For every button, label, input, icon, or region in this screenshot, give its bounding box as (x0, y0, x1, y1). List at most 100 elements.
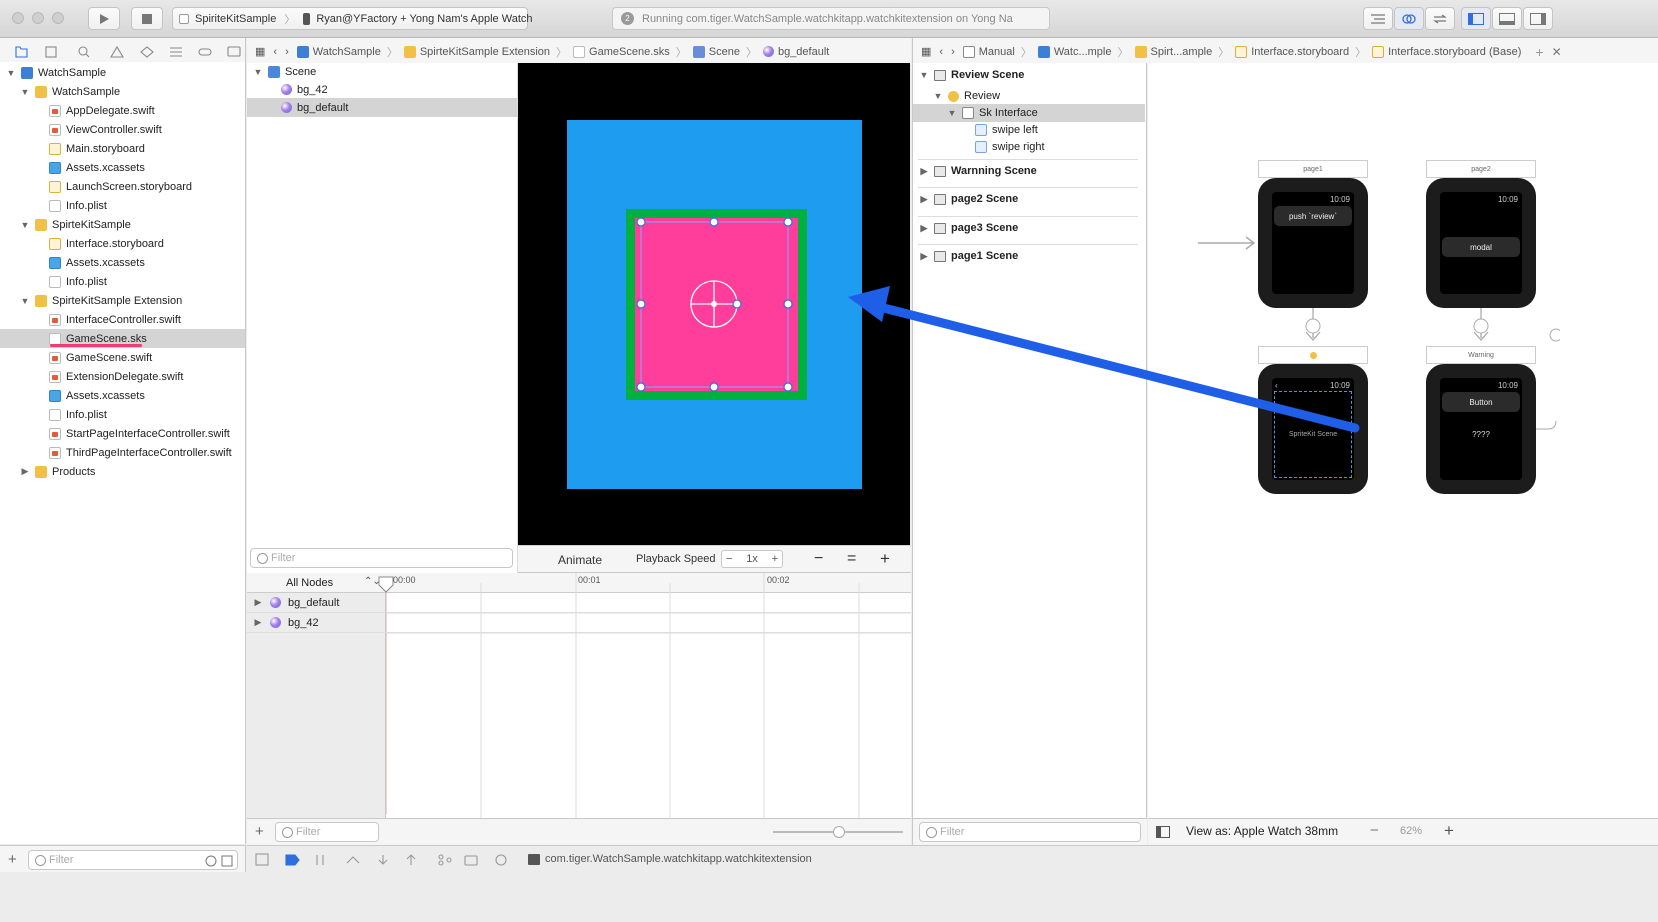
stop-button[interactable] (131, 7, 163, 30)
jump-bar-node[interactable]: bg_default (759, 46, 833, 58)
spritekit-scene-canvas[interactable] (518, 63, 910, 545)
related-items-icon[interactable]: ▦ (247, 45, 269, 58)
segue-offscreen[interactable] (1536, 321, 1560, 441)
scene-outline-item[interactable]: bg_default (247, 98, 517, 117)
disclosure-icon[interactable]: ▼ (253, 67, 263, 77)
zoom-fit-button[interactable]: = (847, 550, 856, 568)
anchor-point-icon[interactable] (690, 280, 742, 328)
disclosure-icon[interactable]: ▼ (20, 296, 30, 306)
navigator-item[interactable]: Main.storyboard (0, 139, 245, 158)
forward-button[interactable]: › (281, 46, 293, 58)
speed-decrease-button[interactable]: − (726, 553, 732, 565)
navigator-item[interactable]: ExtensionDelegate.swift (0, 367, 245, 386)
add-action-icon[interactable]: + (255, 823, 264, 840)
navigator-item[interactable]: ▼ WatchSample (0, 82, 245, 101)
outline-item[interactable]: ▼ Sk Interface (913, 104, 1145, 122)
speed-increase-button[interactable]: + (772, 553, 778, 565)
segue-page1-to-next[interactable] (1298, 308, 1338, 348)
debug-area-toggle-button[interactable] (1492, 7, 1522, 30)
step-into-icon[interactable] (378, 855, 388, 865)
disclosure-icon[interactable]: ▼ (919, 70, 929, 80)
zoom-in-button[interactable]: + (880, 549, 890, 569)
assistant-group[interactable]: Spirt...ample (1131, 45, 1217, 58)
search-icon[interactable] (78, 45, 88, 56)
navigator-item[interactable]: Info.plist (0, 196, 245, 215)
view-as-device-button[interactable]: View as: Apple Watch 38mm (1186, 824, 1338, 838)
filter-options[interactable] (205, 855, 233, 867)
spritekit-scene-element[interactable]: SpriteKit Scene (1274, 391, 1352, 478)
outline-item[interactable]: swipe left (913, 121, 1145, 139)
step-out-icon[interactable] (406, 854, 416, 865)
recent-files-icon[interactable] (205, 855, 217, 867)
disclosure-icon[interactable]: ▶ (253, 597, 263, 608)
timeline-row[interactable]: ▶ bg_default (247, 593, 911, 613)
source-control-icon[interactable] (45, 45, 57, 58)
disclosure-icon[interactable]: ▼ (20, 220, 30, 230)
outline-item[interactable]: ▶ page1 Scene (913, 247, 1145, 265)
disclosure-icon[interactable]: ▼ (933, 91, 943, 101)
watch-scene-page2[interactable]: 10:09 modal (1426, 178, 1536, 308)
all-nodes-popup[interactable]: All Nodes (286, 577, 333, 589)
navigator-item[interactable]: Info.plist (0, 272, 245, 291)
standard-editor-button[interactable] (1363, 7, 1393, 30)
disclosure-icon[interactable]: ▶ (20, 466, 30, 477)
jump-bar-project[interactable]: WatchSample (293, 45, 385, 58)
scene-outline-item[interactable]: ▼ Scene (247, 62, 517, 81)
debug-icon[interactable] (170, 46, 182, 57)
outline-item[interactable]: ▼ Review Scene (913, 66, 1145, 84)
utilities-toggle-button[interactable] (1523, 7, 1553, 30)
playback-speed-stepper[interactable]: − 1x + (721, 550, 783, 568)
segue-page2-to-warning[interactable] (1466, 308, 1506, 348)
entry-point-arrow[interactable] (1198, 235, 1260, 251)
navigator-item[interactable]: Info.plist (0, 405, 245, 424)
navigator-item[interactable]: Assets.xcassets (0, 253, 245, 272)
outline-item[interactable]: ▶ Warnning Scene (913, 162, 1145, 180)
assistant-file[interactable]: Interface.storyboard (1231, 45, 1353, 58)
disclosure-icon[interactable]: ▶ (919, 223, 929, 234)
warning-icon[interactable] (110, 45, 124, 58)
outline-filter-input[interactable]: Filter (919, 822, 1141, 842)
disclosure-icon[interactable]: ▶ (919, 166, 929, 177)
push-review-button[interactable]: push `review` (1274, 206, 1352, 226)
storyboard-zoom-in[interactable]: + (1444, 821, 1454, 841)
zoom-window-button[interactable] (52, 12, 64, 24)
report-icon[interactable] (227, 45, 241, 57)
disclosure-icon[interactable]: ▼ (20, 87, 30, 97)
add-icon[interactable]: + (8, 851, 17, 868)
storyboard-canvas[interactable]: page1 10:09 push `review` page2 10:09 mo… (1148, 63, 1658, 818)
navigator-item[interactable]: ▼ WatchSample (0, 63, 245, 82)
assistant-project[interactable]: Watc...mple (1034, 45, 1116, 58)
navigator-item[interactable]: ▼ SpirteKitSample Extension (0, 291, 245, 310)
assistant-mode[interactable]: Manual (959, 45, 1019, 58)
outline-item[interactable]: ▶ page2 Scene (913, 190, 1145, 208)
jump-bar-file[interactable]: GameScene.sks (569, 45, 674, 58)
simulate-location-icon[interactable] (495, 854, 507, 866)
jump-bar-group[interactable]: SpirteKitSample Extension (400, 45, 554, 58)
minimize-window-button[interactable] (32, 12, 44, 24)
pause-icon[interactable] (316, 855, 324, 865)
breakpoint-icon[interactable] (198, 47, 212, 56)
add-assistant-icon[interactable]: + (1531, 44, 1547, 60)
navigator-item[interactable]: Assets.xcassets (0, 158, 245, 177)
timeline-row[interactable]: ▶ bg_42 (247, 613, 911, 633)
assistant-localization[interactable]: Interface.storyboard (Base) (1368, 45, 1525, 58)
watch-scene-warning[interactable]: 10:09 Button ???? (1426, 364, 1536, 494)
storyboard-zoom-out[interactable]: − (1370, 822, 1379, 839)
navigator-toggle-button[interactable] (1461, 7, 1491, 30)
segue-icon[interactable] (1305, 318, 1321, 334)
test-icon[interactable] (140, 45, 154, 58)
navigator-item[interactable]: ViewController.swift (0, 120, 245, 139)
outline-item[interactable]: swipe right (913, 138, 1145, 156)
disclosure-icon[interactable]: ▶ (253, 617, 263, 628)
navigator-item[interactable]: AppDelegate.swift (0, 101, 245, 120)
memory-graph-icon[interactable] (464, 855, 478, 866)
back-button[interactable]: ‹ (269, 46, 281, 58)
watch-scene-review[interactable]: ‹ 10:09 SpriteKit Scene (1258, 364, 1368, 494)
outline-item[interactable]: ▶ page3 Scene (913, 219, 1145, 237)
assistant-editor-button[interactable] (1394, 7, 1424, 30)
disclosure-icon[interactable]: ▼ (947, 108, 957, 118)
scene-outline-filter[interactable]: Filter (250, 548, 513, 568)
related-items-icon[interactable]: ▦ (913, 45, 935, 58)
close-window-button[interactable] (12, 12, 24, 24)
outline-item[interactable]: ▼ Review (913, 87, 1145, 105)
